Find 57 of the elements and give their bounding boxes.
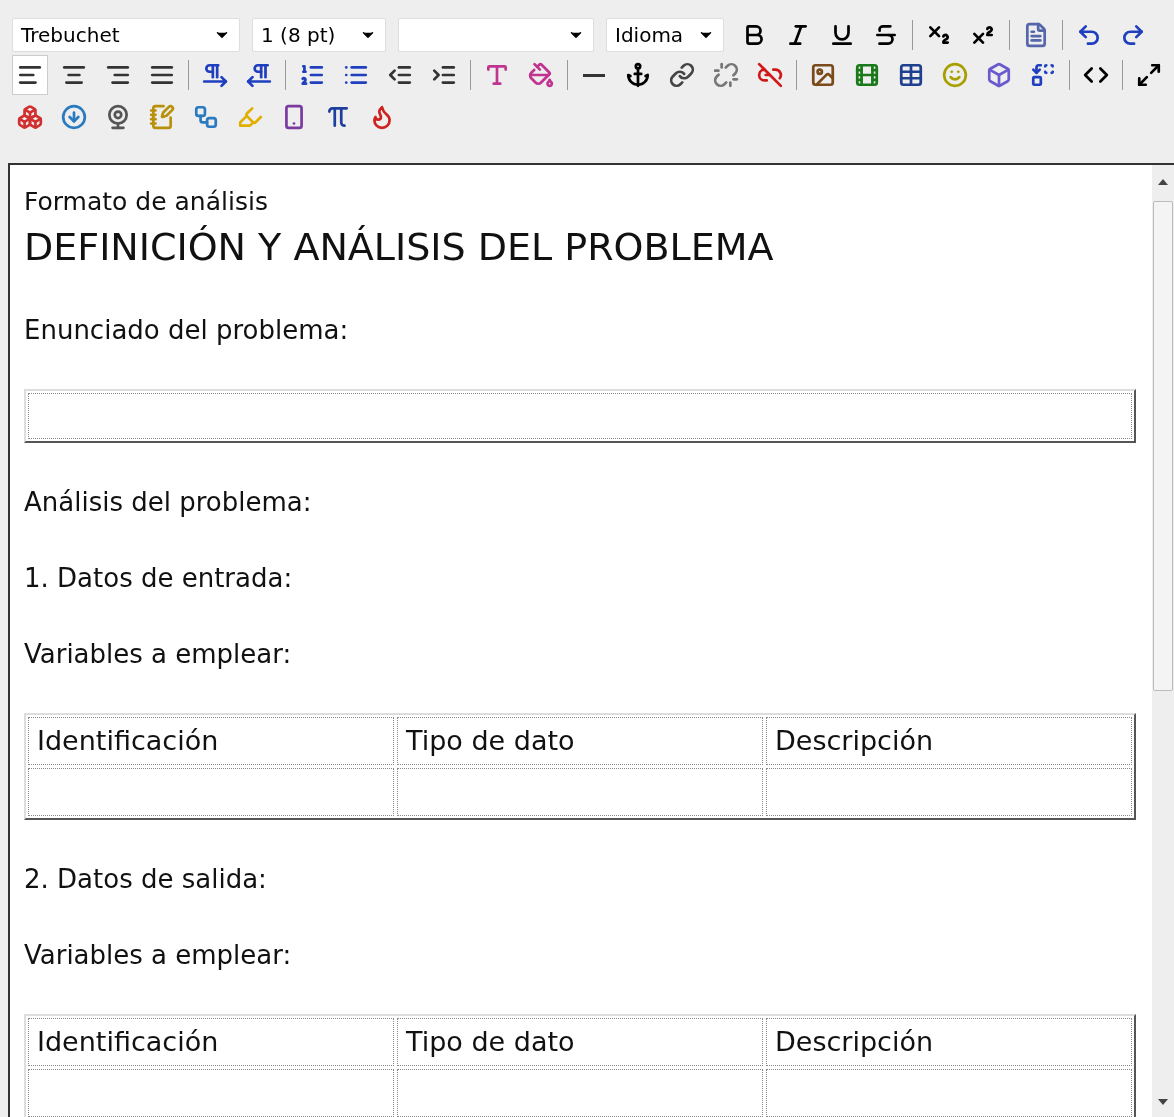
text-color-icon	[484, 62, 510, 88]
table-cell[interactable]	[397, 768, 763, 816]
table-header-cell: Tipo de dato	[397, 1018, 763, 1066]
pi-icon	[325, 104, 351, 130]
heading-text: DEFINICIÓN Y ANÁLISIS DEL PROBLEMA	[24, 224, 775, 271]
paragraph-text: 1. Datos de entrada:	[24, 562, 294, 595]
language-select[interactable]: Idioma	[606, 18, 724, 52]
link-icon	[669, 62, 695, 88]
webcam-icon	[105, 104, 131, 130]
paragraph-text: Variables a emplear:	[24, 638, 293, 671]
smiley-icon	[942, 62, 968, 88]
cube-icon	[986, 62, 1012, 88]
scroll-down-icon	[1158, 1099, 1168, 1105]
replace-icon	[1030, 62, 1056, 88]
download-icon	[61, 104, 87, 130]
table-header-cell: Identificación	[28, 717, 394, 765]
table-cell[interactable]	[766, 1069, 1132, 1117]
document-icon	[1023, 22, 1049, 48]
fullscreen-icon	[1136, 62, 1162, 88]
undo-icon	[1076, 22, 1102, 48]
image-icon	[810, 62, 836, 88]
paragraph-text: Variables a emplear:	[24, 939, 293, 972]
font-select[interactable]: Trebuchet	[12, 18, 240, 52]
paragraph-text: Análisis del problema:	[24, 486, 313, 519]
broken-link-icon	[757, 62, 783, 88]
diagram-icon	[193, 104, 219, 130]
size-select[interactable]: 1 (8 pt)	[252, 18, 386, 52]
underline-icon	[829, 22, 855, 48]
note-icon	[149, 104, 175, 130]
strikethrough-icon	[873, 22, 899, 48]
table-cell[interactable]	[28, 768, 394, 816]
scrollbar[interactable]	[1152, 165, 1174, 1117]
table-header-cell: Descripción	[766, 1018, 1132, 1066]
numbered-list-icon	[299, 62, 325, 88]
unlink-icon	[713, 62, 739, 88]
table-cell[interactable]	[397, 1069, 763, 1117]
highlighter-icon	[237, 104, 263, 130]
table-cell[interactable]	[28, 1069, 394, 1117]
pilcrow-left-icon	[246, 62, 272, 88]
align-left-button[interactable]	[12, 55, 48, 95]
anchor-icon	[625, 62, 651, 88]
table-header-cell: Tipo de dato	[397, 717, 763, 765]
redo-icon	[1120, 22, 1146, 48]
paint-bucket-icon	[528, 62, 554, 88]
table-cell[interactable]	[766, 768, 1132, 816]
scroll-up-icon	[1158, 179, 1168, 185]
scroll-thumb[interactable]	[1153, 201, 1173, 691]
caption-text: Formato de análisis	[24, 186, 269, 218]
paragraph-text: Enunciado del problema:	[24, 314, 350, 347]
horizontal-rule-icon	[583, 73, 605, 77]
film-icon	[854, 62, 880, 88]
pilcrow-right-icon	[202, 62, 228, 88]
table-header-cell: Descripción	[766, 717, 1132, 765]
blocks-icon	[17, 104, 43, 130]
table-icon	[898, 62, 924, 88]
paragraph-text: 2. Datos de salida:	[24, 863, 268, 896]
table-header-cell: Identificación	[28, 1018, 394, 1066]
